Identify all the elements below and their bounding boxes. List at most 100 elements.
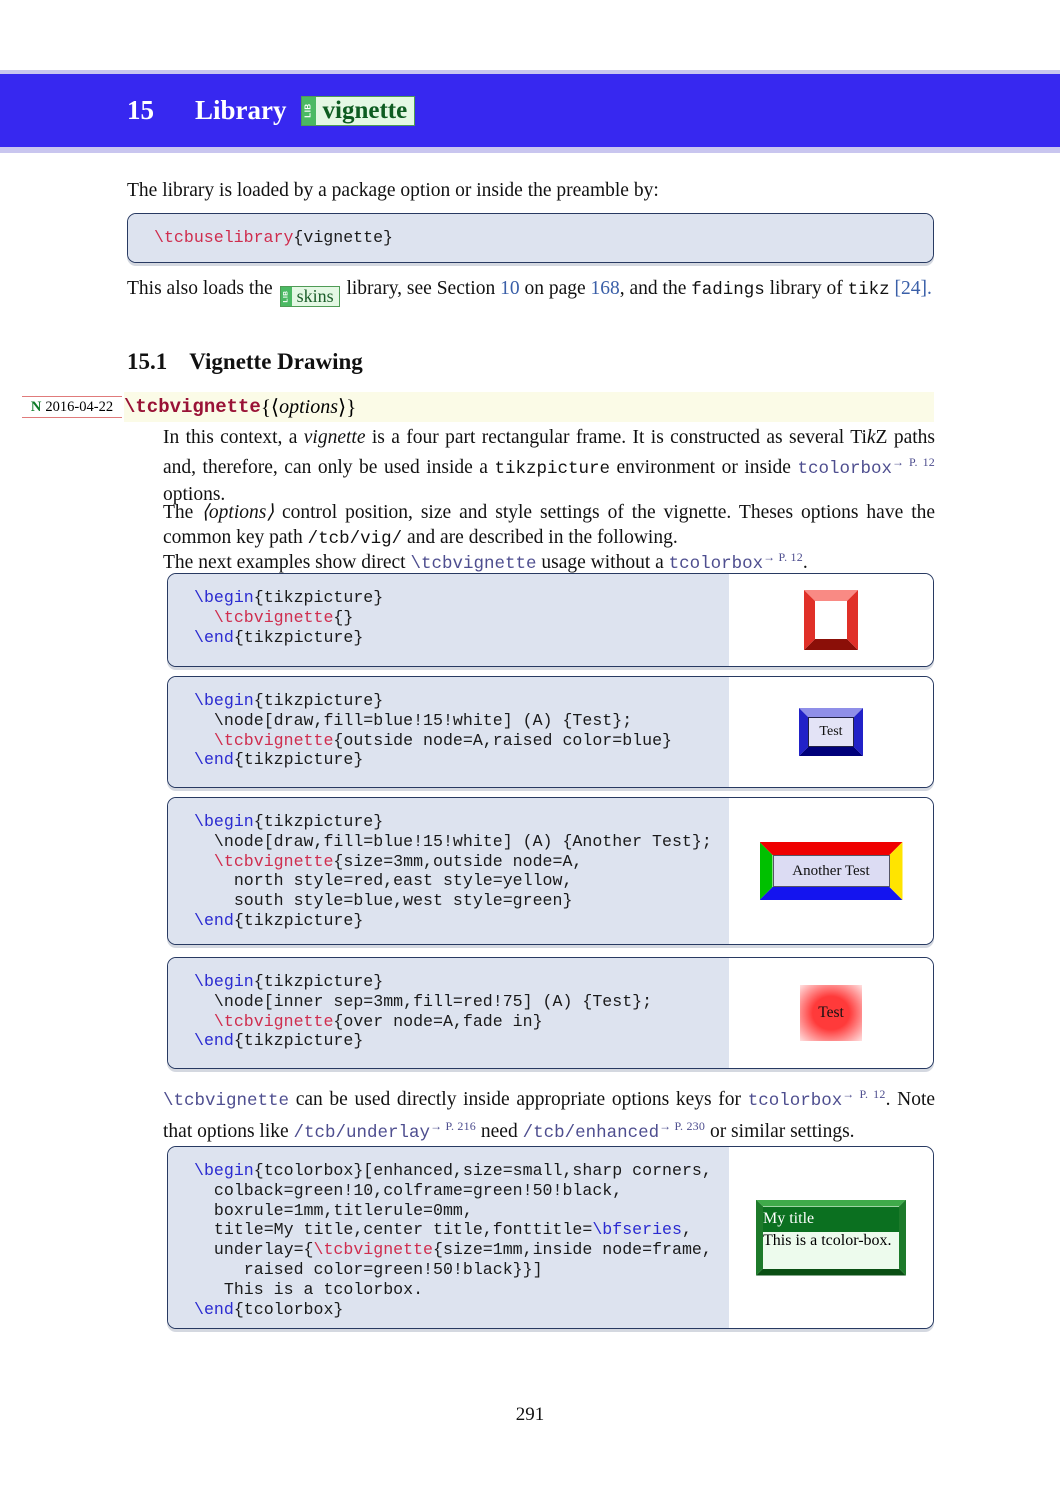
code-token: boxrule=1mm,titlerule=0mm,: [194, 1200, 473, 1220]
lib-tab: LIB: [301, 96, 316, 125]
section-heading: 15.1 Vignette Drawing: [127, 349, 363, 375]
tcolorbox-link-2[interactable]: tcolorbox: [669, 554, 764, 574]
code-token: \tcbvignette: [213, 1011, 334, 1031]
tcolorbox-link-1[interactable]: tcolorbox: [797, 459, 892, 479]
code-token: {tikzpicture}: [253, 972, 384, 991]
underlay-link[interactable]: /tcb/underlay: [294, 1123, 431, 1143]
code-token: {size=1mm,inside node=frame,: [433, 1240, 712, 1260]
code-box-preamble: \tcbuselibrary{vignette}: [127, 213, 934, 263]
desc-p2c: environment or inside: [616, 457, 791, 478]
code-token: \end: [194, 910, 234, 930]
page-number: 291: [515, 1404, 545, 1425]
example-outside-node-raised-blue: \begin{tikzpicture} \node[draw,fill=blue…: [167, 676, 934, 788]
code-token: \begin: [194, 1161, 254, 1180]
fadings-code: fadings: [691, 280, 765, 300]
intro-text: The library is loaded by a package optio…: [127, 180, 659, 201]
result-preview: Test: [729, 677, 933, 787]
desc-p6a: The next examples show direct: [163, 552, 406, 573]
tcb-body: This is a tcolor-box.: [763, 1231, 899, 1269]
page-ref-4[interactable]: → P. 216: [430, 1119, 476, 1133]
loads-note-part1: This also loads the: [127, 278, 273, 299]
code-token: {outside node=A,raised color=blue}: [333, 730, 672, 750]
macro-tcbuselibrary: \tcbuselibrary: [154, 228, 294, 247]
library-name: vignette: [315, 96, 415, 125]
code-listing: \begin{tikzpicture} \node[inner sep=3mm,…: [168, 958, 731, 1068]
chapter-banner: 15 Library LIB vignette: [0, 74, 1060, 147]
code-token: south style=blue,west style=green}: [194, 891, 573, 911]
code-token: \tcbvignette: [313, 1240, 434, 1260]
tcolorbox-label: tcolorbox: [797, 459, 892, 479]
result-preview: [729, 574, 933, 666]
tcb-inner: My title This is a tcolor-box.: [763, 1206, 899, 1269]
code-listing: \begin{tikzpicture} \node[draw,fill=blue…: [168, 798, 731, 944]
citation-link[interactable]: [24].: [895, 278, 932, 299]
vignette-frame: Another Test: [760, 842, 903, 900]
node-label: Test: [819, 724, 843, 739]
tikz-code: tikz: [847, 280, 890, 300]
enhanced-link[interactable]: /tcb/enhanced: [523, 1123, 660, 1143]
code-listing: \begin{tcolorbox}[enhanced,size=small,sh…: [168, 1147, 731, 1328]
vignette-inner-node: Another Test: [772, 855, 890, 887]
code-token: title=My title,center title,fonttitle=: [194, 1220, 593, 1240]
example-tcolorbox-underlay-vignette: \begin{tcolorbox}[enhanced,size=small,sh…: [167, 1146, 934, 1329]
lib-tab: LIB: [280, 287, 292, 306]
desc-p6c: .: [802, 552, 808, 573]
mid-l2c: or similar settings.: [709, 1121, 855, 1142]
loads-note-part3: on page: [524, 278, 586, 299]
code-token: raised color=green!50!black}}]: [194, 1259, 543, 1279]
code-token: \begin: [194, 972, 254, 991]
command-arg-options: options: [279, 395, 339, 418]
desc-p2a: Ti: [850, 427, 867, 448]
page-ref-3[interactable]: → P. 12: [842, 1087, 885, 1101]
code-token: {size=3mm,outside node=A,: [333, 851, 583, 871]
page-ref-link[interactable]: 168: [591, 278, 620, 299]
section-title-text: Vignette Drawing: [189, 349, 363, 374]
code-token: {tikzpicture}: [253, 691, 384, 710]
vignette-frame: Test: [799, 708, 863, 756]
code-token: \node[inner sep=3mm,fill=red!75] (A) {Te…: [194, 991, 653, 1011]
mid-tcbvignette: \tcbvignette: [163, 1091, 290, 1111]
page-ref-5[interactable]: → P. 230: [659, 1119, 705, 1133]
code-preamble-text: \tcbuselibrary{vignette}: [128, 214, 933, 262]
code-token: \end: [194, 627, 234, 647]
result-preview: Another Test: [729, 798, 933, 944]
underlay-label: /tcb/underlay: [293, 1123, 431, 1143]
node-label: Another Test: [792, 862, 870, 879]
mid-l1a: can be used directly inside appropriate …: [295, 1089, 742, 1110]
code-token: {}: [333, 607, 354, 627]
loads-note-part2: library, see Section: [346, 278, 496, 299]
code-token: \tcbvignette: [213, 730, 334, 750]
code-token: \node[draw,fill=blue!15!white] (A) {Test…: [194, 710, 633, 730]
code-token: {tikzpicture}: [253, 588, 384, 607]
section-ref-link[interactable]: 10: [500, 278, 520, 299]
code-token: ,: [681, 1220, 692, 1240]
page-ref-1[interactable]: → P. 12: [892, 455, 935, 469]
command-entry-highlight: \tcbvignette{⟨ options ⟩}: [124, 392, 934, 422]
code-token: \tcbvignette: [213, 851, 334, 871]
code-token: \node[draw,fill=blue!15!white] (A) {Anot…: [194, 831, 712, 851]
code-token: \begin: [194, 691, 254, 710]
intro-paragraph: The library is loaded by a package optio…: [127, 178, 937, 203]
page-ref-2[interactable]: → P. 12: [763, 550, 803, 564]
description-paragraph-1: In this context, a vignette is a four pa…: [163, 425, 935, 507]
command-close-brace: }: [346, 394, 357, 419]
result-preview: Test: [729, 958, 933, 1068]
tcolorbox-link-3[interactable]: tcolorbox: [748, 1091, 843, 1111]
node-label: Test: [818, 1004, 844, 1021]
chapter-number: 15: [127, 95, 154, 125]
lib-tab-label: LIB: [282, 290, 290, 303]
lib-tab-label: LIB: [304, 103, 314, 118]
marker-letter-n: N: [30, 398, 42, 415]
mid-l2b: need: [480, 1121, 518, 1142]
code-token: This is a tcolorbox.: [194, 1279, 424, 1299]
loads-note-paragraph: This also loads the LIB skins library, s…: [127, 276, 935, 307]
code-token: {over node=A,fade in}: [333, 1011, 543, 1031]
code-token: underlay={: [194, 1240, 314, 1260]
code-token: \end: [194, 1299, 234, 1319]
desc-vignette-italic: vignette: [303, 427, 366, 448]
marker-date: 2016-04-22: [45, 398, 114, 415]
tcbvignette-code-ref: \tcbvignette: [410, 554, 537, 574]
library-badge-skins[interactable]: LIB skins: [279, 286, 340, 307]
